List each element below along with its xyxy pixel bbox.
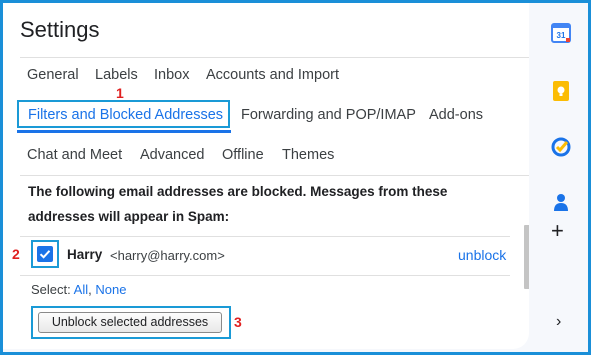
unblock-selected-button[interactable]: Unblock selected addresses bbox=[38, 312, 222, 333]
tab-chat-and-meet[interactable]: Chat and Meet bbox=[27, 147, 122, 163]
calendar-icon[interactable]: 31 bbox=[550, 22, 572, 44]
tab-add-ons[interactable]: Add-ons bbox=[429, 107, 483, 123]
contacts-icon[interactable] bbox=[550, 191, 572, 213]
tab-labels[interactable]: Labels bbox=[95, 67, 138, 83]
scrollbar-thumb[interactable] bbox=[524, 225, 529, 289]
select-label: Select: bbox=[31, 282, 71, 297]
keep-icon[interactable] bbox=[550, 80, 572, 102]
tab-accounts-and-import[interactable]: Accounts and Import bbox=[206, 67, 339, 83]
select-row: Select: All, None bbox=[31, 282, 127, 297]
tab-themes[interactable]: Themes bbox=[282, 147, 334, 163]
add-icon[interactable]: + bbox=[551, 220, 564, 242]
active-tab-indicator bbox=[17, 130, 231, 133]
tab-offline[interactable]: Offline bbox=[222, 147, 264, 163]
title-divider bbox=[20, 57, 529, 58]
settings-panel: Settings General Labels Inbox Accounts a… bbox=[3, 3, 529, 349]
tab-filters-and-blocked-addresses[interactable]: Filters and Blocked Addresses bbox=[28, 107, 223, 123]
tab-general[interactable]: General bbox=[27, 67, 79, 83]
blocked-sender-name: Harry bbox=[67, 247, 103, 262]
tab-advanced[interactable]: Advanced bbox=[140, 147, 205, 163]
blocked-addresses-description: The following email addresses are blocke… bbox=[28, 184, 448, 224]
calendar-day-text: 31 bbox=[557, 31, 566, 40]
page-title: Settings bbox=[20, 17, 100, 42]
unblock-link[interactable]: unblock bbox=[458, 247, 506, 263]
tabs-divider bbox=[20, 175, 529, 176]
tab-inbox[interactable]: Inbox bbox=[154, 67, 189, 83]
tasks-icon[interactable] bbox=[550, 136, 572, 158]
tab-forwarding-and-pop-imap[interactable]: Forwarding and POP/IMAP bbox=[241, 107, 416, 123]
annotation-number-3: 3 bbox=[234, 314, 242, 330]
select-none-link[interactable]: None bbox=[95, 282, 126, 297]
checkmark-icon bbox=[39, 250, 51, 259]
annotation-number-2: 2 bbox=[12, 246, 20, 262]
chevron-right-icon[interactable]: › bbox=[556, 313, 561, 331]
select-all-link[interactable]: All bbox=[74, 282, 88, 297]
blocked-address-checkbox[interactable] bbox=[37, 246, 53, 262]
blocked-sender-email: <harry@harry.com> bbox=[110, 248, 225, 263]
annotation-number-1: 1 bbox=[116, 85, 124, 101]
